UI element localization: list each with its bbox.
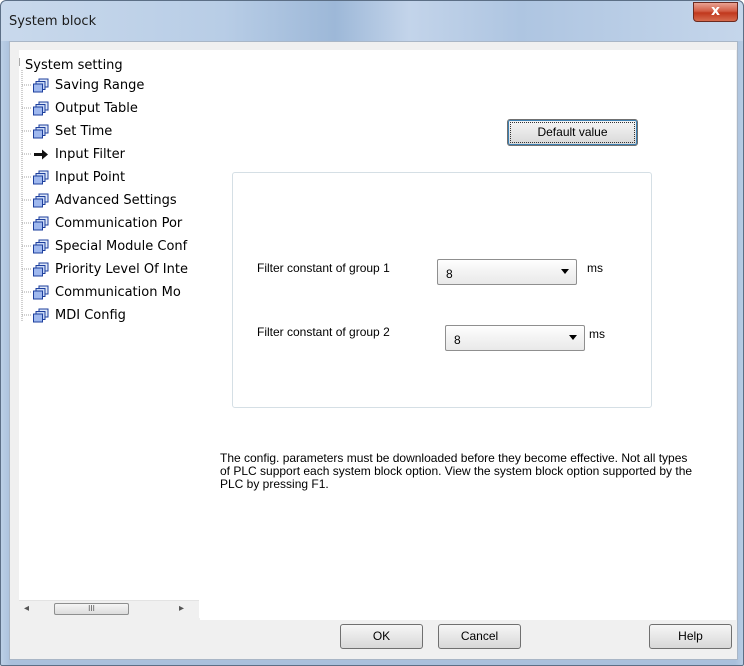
- page-stack-icon: [33, 262, 49, 277]
- help-button[interactable]: Help: [649, 624, 732, 649]
- close-icon: x: [710, 3, 721, 19]
- default-value-button[interactable]: Default value: [507, 119, 638, 146]
- tree-horizontal-scrollbar[interactable]: ◂ III ▸: [19, 600, 199, 618]
- close-button[interactable]: x: [693, 2, 738, 22]
- window-title: System block: [9, 14, 97, 29]
- scroll-left-icon[interactable]: ◂: [24, 603, 29, 614]
- filter-group-2-select[interactable]: 8: [445, 325, 585, 351]
- tree-item-label: MDI Config: [55, 308, 126, 323]
- chevron-down-icon: [569, 335, 577, 340]
- filter-group-1-value: 8: [446, 267, 453, 281]
- tree-item-label: Communication Por: [55, 216, 183, 231]
- filter-group-1-select[interactable]: 8: [437, 259, 577, 285]
- tree-item-label: Priority Level Of Inte: [55, 262, 188, 277]
- tree-item-label: Output Table: [55, 101, 138, 116]
- tree-item-label: Set Time: [55, 124, 113, 139]
- page-stack-icon: [33, 170, 49, 185]
- page-stack-icon: [33, 308, 49, 323]
- page-stack-icon: [33, 193, 49, 208]
- chevron-down-icon: [561, 269, 569, 274]
- page-stack-icon: [33, 285, 49, 300]
- page-stack-icon: [33, 101, 49, 116]
- settings-panel: Default value Filter constant of group 1…: [200, 50, 736, 620]
- scroll-thumb[interactable]: III: [54, 603, 129, 615]
- title-bar[interactable]: System block x: [1, 1, 743, 41]
- tree-item-label: Advanced Settings: [55, 193, 177, 208]
- tree-item-label: Input Filter: [55, 147, 125, 162]
- ok-button[interactable]: OK: [340, 624, 423, 649]
- tree-item-label: Saving Range: [55, 78, 145, 93]
- page-stack-icon: [33, 239, 49, 254]
- filter-group-2-value: 8: [454, 333, 461, 347]
- tree-item-label: Special Module Conf: [55, 239, 188, 254]
- info-note: The config. parameters must be downloade…: [220, 451, 693, 491]
- tree-item-label: Input Point: [55, 170, 126, 185]
- settings-tree[interactable]: System setting Saving Range Output Table S…: [19, 50, 201, 618]
- cancel-button[interactable]: Cancel: [438, 624, 521, 649]
- filter-group-2-label: Filter constant of group 2: [257, 325, 390, 339]
- filter-group-box: Filter constant of group 1 8 ms Filter c…: [232, 172, 652, 408]
- tree-root-label[interactable]: System setting: [25, 58, 123, 73]
- scroll-right-icon[interactable]: ▸: [179, 603, 184, 614]
- filter-group-1-unit: ms: [587, 261, 603, 275]
- filter-group-1-label: Filter constant of group 1: [257, 261, 390, 275]
- tree-item-label: Communication Mo: [55, 285, 181, 300]
- page-stack-icon: [33, 216, 49, 231]
- arrow-right-icon: [33, 147, 49, 162]
- filter-group-2-unit: ms: [589, 327, 605, 341]
- page-stack-icon: [33, 78, 49, 93]
- page-stack-icon: [33, 124, 49, 139]
